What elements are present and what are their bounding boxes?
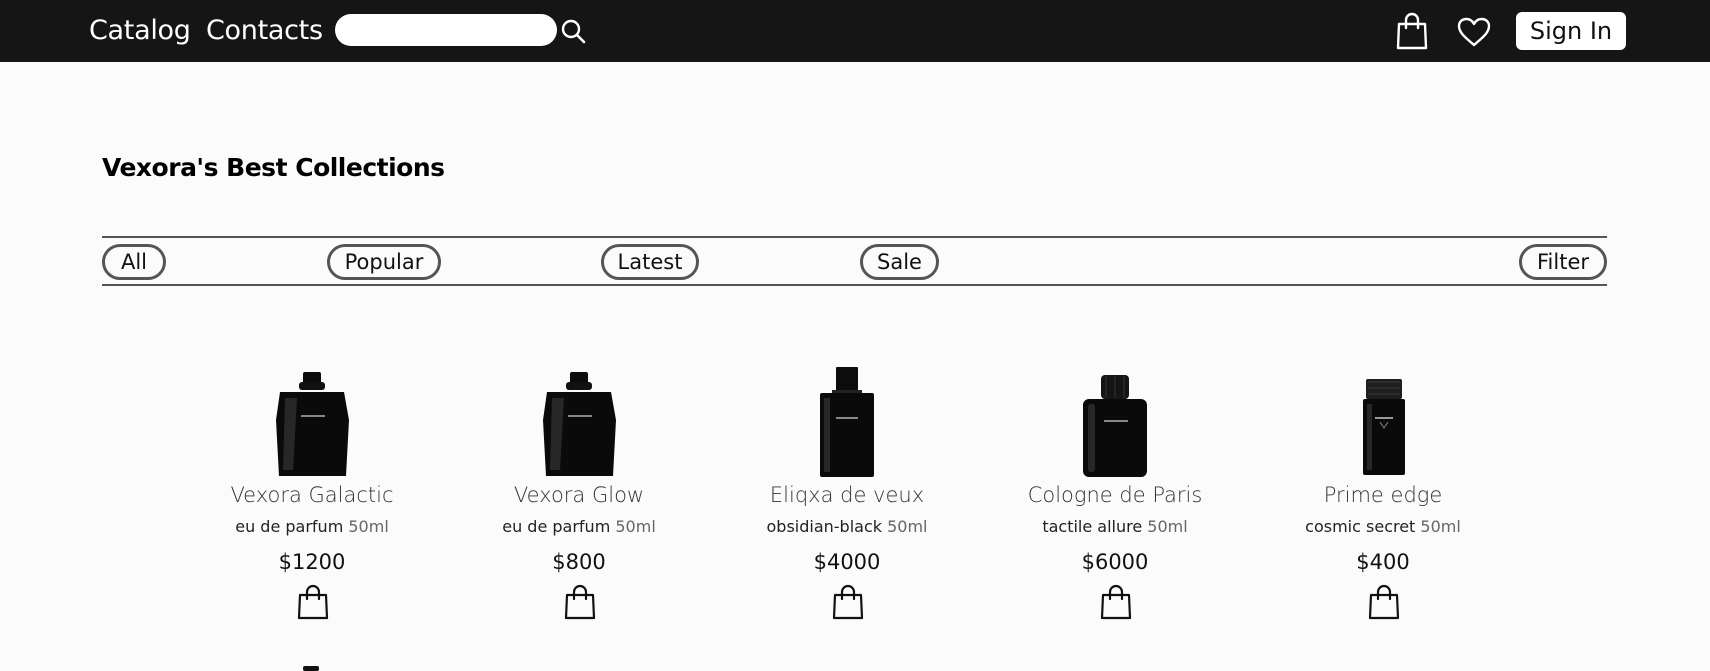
product-volume: 50ml	[887, 517, 928, 536]
product-volume: 50ml	[615, 517, 656, 536]
product-price: $400	[1356, 550, 1410, 574]
nav-catalog-link[interactable]: Catalog	[89, 13, 191, 49]
tab-all[interactable]: All	[102, 244, 166, 280]
tabbar-top-divider	[102, 236, 1607, 238]
product-type: eu de parfum	[502, 517, 611, 536]
tabbar-bottom-divider	[102, 284, 1607, 286]
product-image[interactable]	[197, 360, 427, 478]
product-volume: 50ml	[1420, 517, 1461, 536]
product-name[interactable]: Vexora Galactic	[197, 480, 427, 510]
product-image-partial	[303, 666, 319, 671]
product-type: obsidian-black	[766, 517, 883, 536]
search-input[interactable]	[335, 14, 557, 46]
product-price: $4000	[813, 550, 881, 574]
search-icon[interactable]	[560, 18, 586, 44]
page-title: Vexora's Best Collections	[102, 153, 445, 182]
add-to-cart-icon[interactable]	[297, 584, 329, 620]
product-name[interactable]: Eliqxa de veux	[732, 480, 962, 510]
add-to-cart-icon[interactable]	[832, 584, 864, 620]
product-description: cosmic secret 50ml	[1268, 516, 1498, 538]
product-card: Eliqxa de veux obsidian-black 50ml $4000	[732, 360, 962, 630]
tab-popular[interactable]: Popular	[327, 244, 441, 280]
product-image[interactable]	[732, 360, 962, 478]
sign-in-button[interactable]: Sign In	[1516, 12, 1626, 50]
product-type: eu de parfum	[235, 517, 344, 536]
product-volume: 50ml	[1147, 517, 1188, 536]
product-name[interactable]: Vexora Glow	[464, 480, 694, 510]
heart-icon[interactable]	[1456, 16, 1492, 48]
filter-button[interactable]: Filter	[1519, 244, 1607, 280]
product-description: eu de parfum 50ml	[464, 516, 694, 538]
shopping-bag-icon[interactable]	[1396, 12, 1428, 50]
product-name[interactable]: Cologne de Paris	[1000, 480, 1230, 510]
product-type: cosmic secret	[1305, 517, 1416, 536]
tab-latest[interactable]: Latest	[601, 244, 699, 280]
add-to-cart-icon[interactable]	[1368, 584, 1400, 620]
product-price: $800	[552, 550, 606, 574]
product-description: eu de parfum 50ml	[197, 516, 427, 538]
product-card: Cologne de Paris tactile allure 50ml $60…	[1000, 360, 1230, 630]
product-type: tactile allure	[1042, 517, 1143, 536]
product-description: tactile allure 50ml	[1000, 516, 1230, 538]
product-price: $6000	[1081, 550, 1149, 574]
product-image[interactable]	[1268, 360, 1498, 478]
product-description: obsidian-black 50ml	[732, 516, 962, 538]
add-to-cart-icon[interactable]	[1100, 584, 1132, 620]
product-card: Vexora Galactic eu de parfum 50ml $1200	[197, 360, 427, 630]
product-card: Prime edge cosmic secret 50ml $400	[1268, 360, 1498, 630]
product-price: $1200	[278, 550, 346, 574]
product-name[interactable]: Prime edge	[1268, 480, 1498, 510]
add-to-cart-icon[interactable]	[564, 584, 596, 620]
product-image[interactable]	[1000, 360, 1230, 478]
nav-contacts-link[interactable]: Contacts	[206, 13, 323, 49]
tab-sale[interactable]: Sale	[860, 244, 939, 280]
product-card: Vexora Glow eu de parfum 50ml $800	[464, 360, 694, 630]
product-image[interactable]	[464, 360, 694, 478]
top-navbar: Catalog Contacts Sign In	[0, 0, 1710, 62]
product-volume: 50ml	[348, 517, 389, 536]
